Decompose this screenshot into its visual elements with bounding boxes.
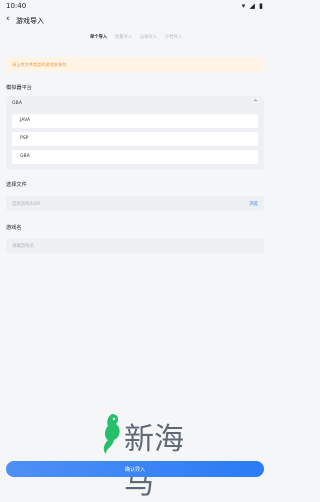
notice-banner: 请上传文件类型的游戏安装包 [6, 57, 264, 72]
game-name-label: 游戏名 [6, 225, 22, 231]
confirm-import-label: 确认导入 [124, 467, 145, 473]
tab-batch-import[interactable]: 批量导入 [115, 34, 132, 40]
watermark-text: 新海马 [124, 422, 184, 501]
file-placeholder: 选择游戏ROM [12, 202, 40, 207]
import-tabs: 单个导入 批量导入 压缩导入 存档导入 [0, 30, 270, 44]
page-title: 游戏导入 [16, 17, 44, 25]
platform-option-gba[interactable]: GBA [12, 150, 258, 164]
option-label: JAVA [20, 118, 31, 123]
game-name-placeholder: 请输游戏名 [12, 244, 34, 249]
platform-selected-value: GBA [12, 101, 22, 106]
file-picker-field[interactable]: 选择游戏ROM 浏览 [6, 196, 264, 211]
confirm-import-button[interactable]: 确认导入 [6, 461, 264, 477]
tab-compressed-import[interactable]: 压缩导入 [140, 34, 157, 40]
platform-option-java[interactable]: JAVA [12, 114, 258, 128]
game-name-input[interactable]: 请输游戏名 [6, 238, 264, 253]
option-label: GBA [20, 154, 30, 159]
platform-option-psp[interactable]: PSP [12, 132, 258, 146]
back-arrow-icon[interactable]: ‹ [6, 14, 10, 24]
browse-button[interactable]: 浏览 [249, 201, 258, 207]
tab-single-import[interactable]: 单个导入 [90, 34, 107, 40]
status-time: 10:40 [6, 2, 27, 10]
notice-text: 请上传文件类型的游戏安装包 [12, 62, 67, 67]
file-label: 选择文件 [6, 182, 27, 188]
option-label: PSP [20, 136, 29, 141]
platform-dropdown[interactable]: GBA ⌃ JAVA PSP GBA [6, 96, 264, 170]
seahorse-logo-icon [103, 414, 120, 454]
platform-label: 模拟器平台 [6, 85, 32, 91]
chevron-up-icon[interactable]: ⌃ [253, 99, 258, 106]
tab-save-import[interactable]: 存档导入 [165, 34, 182, 40]
status-bar: 10:40 ▾ ◢ ▮ [0, 0, 270, 12]
watermark-logo: 新海马 [98, 412, 208, 501]
app-bar: ‹ 游戏导入 [0, 12, 270, 30]
status-icons: ▾ ◢ ▮ [241, 2, 264, 10]
